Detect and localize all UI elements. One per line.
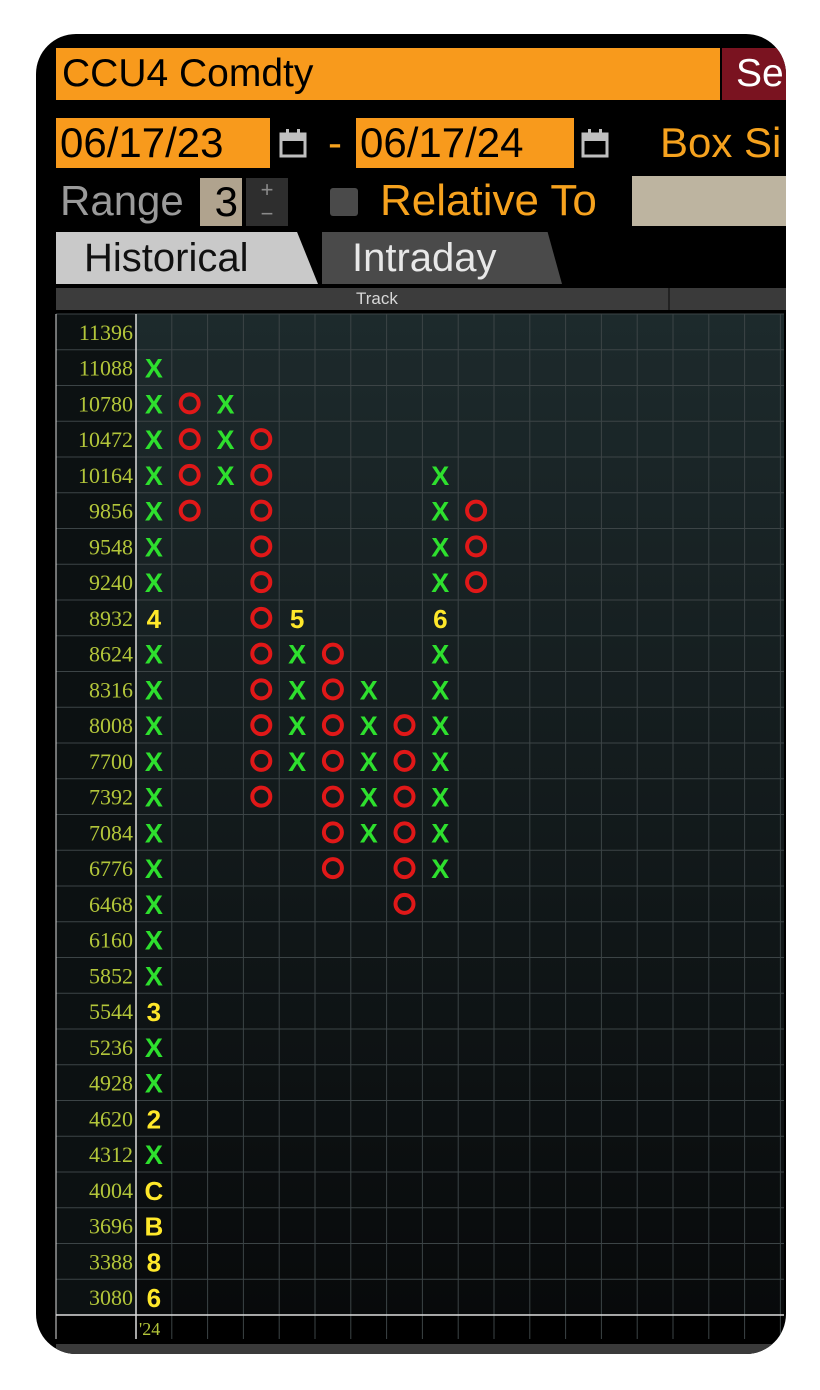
price-tick-label: 10164	[78, 463, 133, 488]
horizontal-scrollbar[interactable]	[56, 1344, 786, 1354]
x-mark: X	[145, 1033, 163, 1063]
x-mark: X	[145, 926, 163, 956]
price-tick-label: 10472	[78, 427, 133, 452]
price-tick-label: 6468	[89, 892, 133, 917]
x-mark: X	[145, 461, 163, 491]
price-tick-label: 8624	[89, 642, 133, 667]
price-tick-label: 9240	[89, 570, 133, 595]
price-tick-label: 10780	[78, 391, 133, 416]
x-mark: X	[431, 568, 449, 598]
time-tick-label: '24	[139, 1319, 160, 1339]
month-marker: B	[145, 1212, 164, 1242]
x-mark: X	[145, 1069, 163, 1099]
x-mark: X	[431, 711, 449, 741]
x-mark: X	[431, 747, 449, 777]
x-mark: X	[145, 675, 163, 705]
price-tick-label: 9548	[89, 534, 133, 559]
x-mark: X	[145, 640, 163, 670]
x-mark: X	[431, 461, 449, 491]
price-tick-label: 7392	[89, 785, 133, 810]
x-mark: X	[145, 711, 163, 741]
price-tick-label: 7700	[89, 749, 133, 774]
x-mark: X	[360, 747, 378, 777]
x-mark: X	[431, 532, 449, 562]
price-tick-label: 3696	[89, 1214, 133, 1239]
price-tick-label: 3080	[89, 1285, 133, 1310]
x-mark: X	[431, 640, 449, 670]
price-tick-label: 6776	[89, 856, 133, 881]
price-tick-label: 7084	[89, 820, 133, 845]
x-mark: X	[288, 640, 306, 670]
x-mark: X	[145, 354, 163, 384]
x-mark: X	[360, 818, 378, 848]
x-mark: X	[288, 711, 306, 741]
x-mark: X	[145, 961, 163, 991]
price-tick-label: 5544	[89, 999, 133, 1024]
price-tick-label: 8008	[89, 713, 133, 738]
price-tick-label: 4620	[89, 1106, 133, 1131]
x-mark: X	[145, 497, 163, 527]
x-mark: X	[145, 818, 163, 848]
terminal-window: CCU4 Comdty Se 06/17/23 - 06/17/24 Box S…	[36, 34, 786, 1354]
x-mark: X	[145, 389, 163, 419]
x-mark: X	[145, 425, 163, 455]
x-mark: X	[145, 532, 163, 562]
x-mark: X	[360, 783, 378, 813]
price-tick-label: 8316	[89, 677, 133, 702]
x-mark: X	[431, 675, 449, 705]
price-tick-label: 6160	[89, 928, 133, 953]
month-marker: 8	[147, 1247, 161, 1277]
x-mark: X	[288, 747, 306, 777]
month-marker: C	[145, 1176, 164, 1206]
x-mark: X	[145, 854, 163, 884]
price-tick-label: 11396	[79, 320, 133, 345]
price-tick-label: 11088	[79, 356, 133, 381]
x-mark: X	[145, 783, 163, 813]
x-mark: X	[288, 675, 306, 705]
month-marker: 4	[147, 604, 162, 634]
month-marker: 6	[147, 1283, 161, 1313]
price-tick-label: 8932	[89, 606, 133, 631]
x-mark: X	[216, 461, 234, 491]
x-mark: X	[145, 890, 163, 920]
price-tick-label: 5852	[89, 963, 133, 988]
price-tick-label: 4928	[89, 1071, 133, 1096]
month-marker: 6	[433, 604, 447, 634]
price-tick-label: 4004	[89, 1178, 133, 1203]
price-tick-label: 5236	[89, 1035, 133, 1060]
x-mark: X	[145, 747, 163, 777]
month-marker: 2	[147, 1104, 161, 1134]
x-mark: X	[145, 1140, 163, 1170]
price-tick-label: 3388	[89, 1249, 133, 1274]
x-mark: X	[216, 425, 234, 455]
price-tick-label: 9856	[89, 499, 133, 524]
point-figure-chart: 11396 11088 10780 10472 10164 9856 9548 9240 893…	[55, 313, 784, 1339]
x-mark: X	[360, 675, 378, 705]
x-mark: X	[431, 497, 449, 527]
month-marker: 5	[290, 604, 304, 634]
x-mark: X	[360, 711, 378, 741]
month-marker: 3	[147, 997, 161, 1027]
x-mark: X	[431, 818, 449, 848]
x-mark: X	[431, 783, 449, 813]
x-mark: X	[431, 854, 449, 884]
x-mark: X	[145, 568, 163, 598]
x-mark: X	[216, 389, 234, 419]
price-tick-label: 4312	[89, 1142, 133, 1167]
